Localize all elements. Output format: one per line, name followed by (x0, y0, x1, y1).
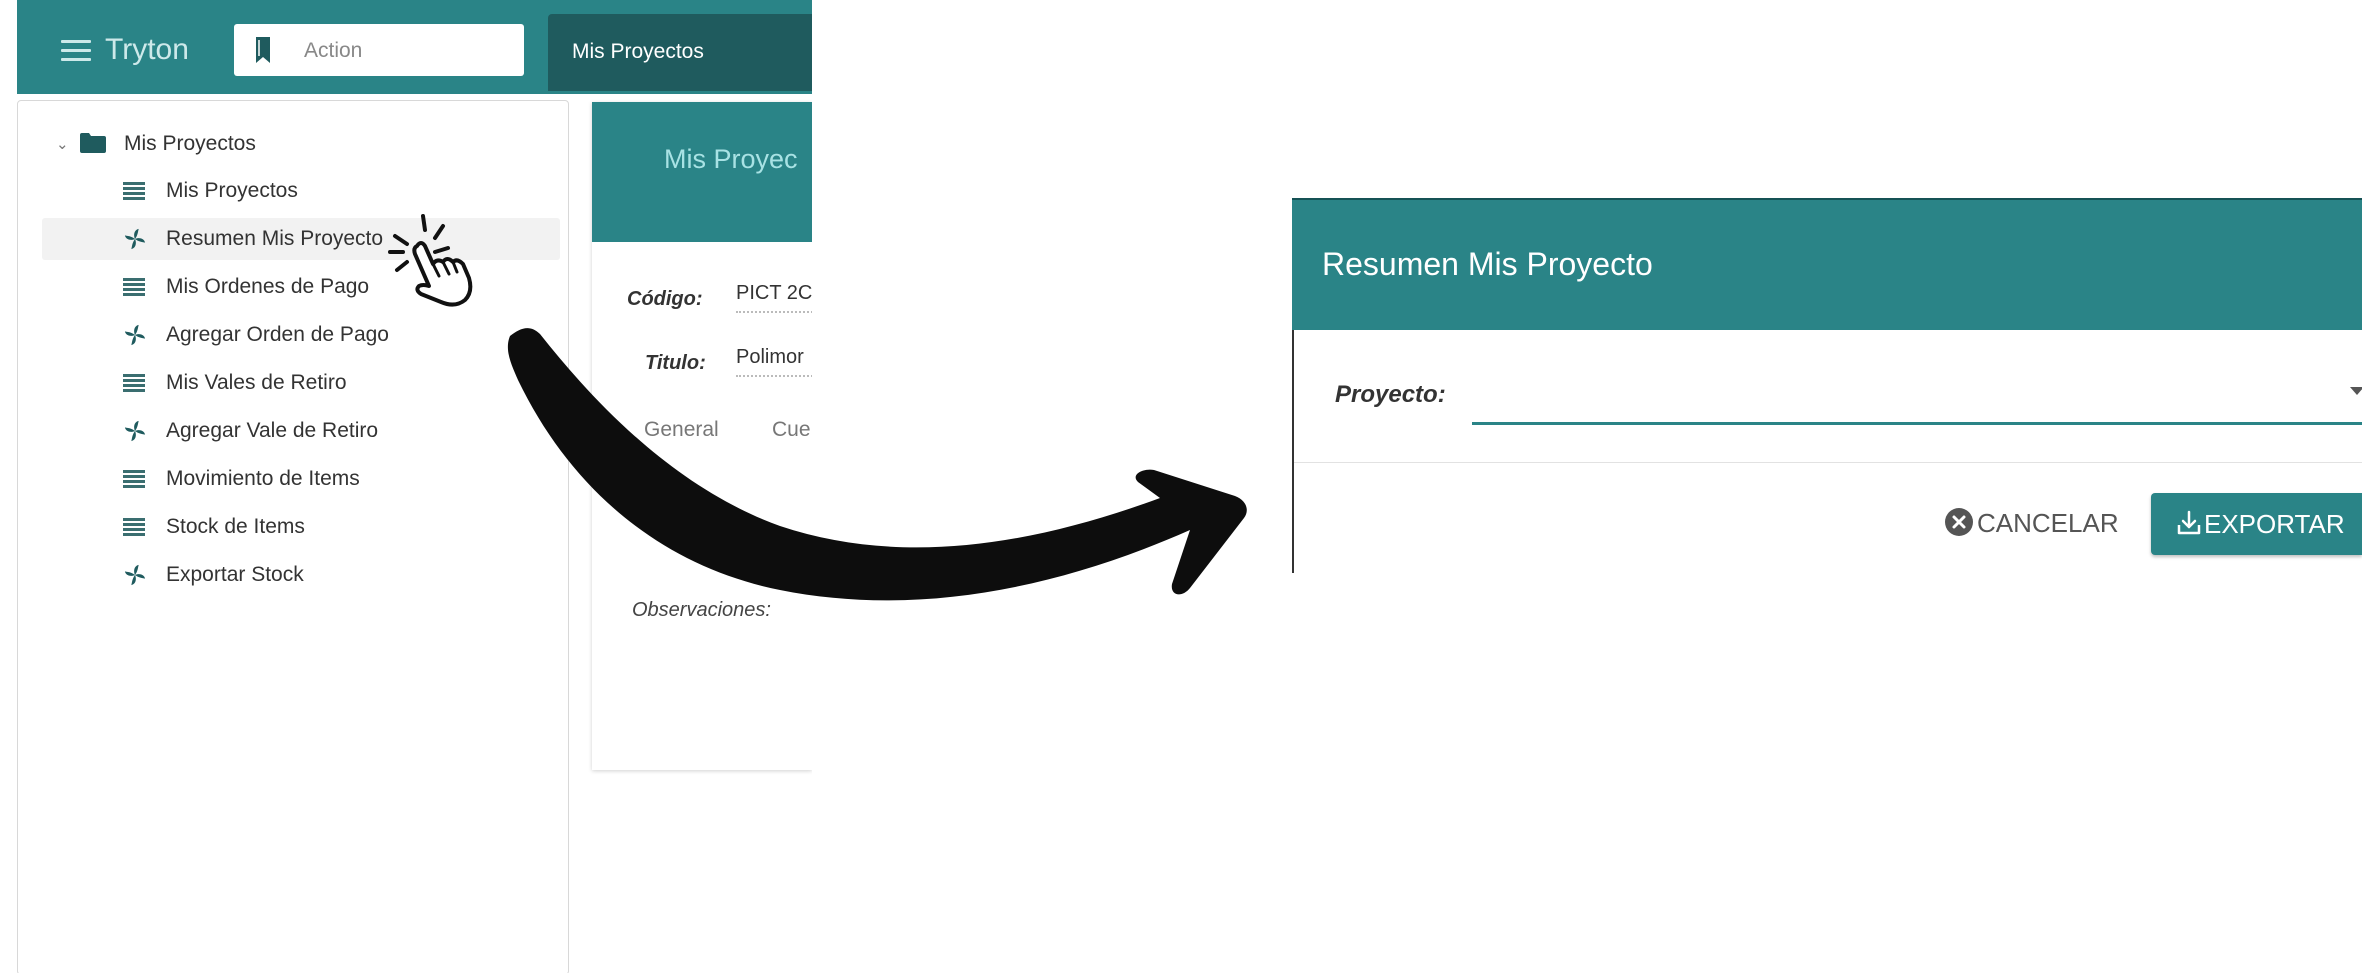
dialog-title: Resumen Mis Proyecto (1322, 246, 1653, 282)
resumen-dialog: Resumen Mis Proyecto Proyecto: CANCELAR … (1292, 198, 2362, 573)
dialog-header: Resumen Mis Proyecto (1292, 200, 2362, 330)
form-header: Mis Proyec (592, 102, 812, 242)
list-icon (122, 468, 148, 490)
dialog-divider (1294, 462, 2362, 463)
tab-mis-proyectos[interactable]: Mis Proyectos (548, 14, 812, 91)
proyecto-select[interactable] (1472, 422, 2362, 425)
flow-arrow-icon (507, 328, 1247, 601)
folder-icon (80, 133, 106, 153)
wizard-icon (124, 420, 146, 442)
sidebar-item-label: Agregar Vale de Retiro (166, 419, 379, 442)
cancel-label: CANCELAR (1977, 508, 2119, 538)
bookmark-icon[interactable] (254, 37, 272, 63)
app-brand[interactable]: Tryton (105, 33, 189, 67)
export-label: EXPORTAR (2204, 509, 2345, 539)
list-icon (122, 372, 148, 394)
sidebar-item-label: Stock de Items (166, 515, 305, 538)
list-icon (122, 276, 148, 298)
form-header-title: Mis Proyec (664, 144, 798, 174)
sidebar-item-agregar-orden-de-pago[interactable]: Agregar Orden de Pago (42, 314, 560, 356)
caret-down-icon[interactable] (2350, 387, 2362, 395)
close-circle-icon (1945, 508, 1973, 536)
list-icon (122, 180, 148, 202)
sidebar-item-label: Movimiento de Items (166, 467, 360, 490)
sidebar-item-agregar-vale-de-retiro[interactable]: Agregar Vale de Retiro (42, 410, 560, 452)
action-search-input[interactable]: Action (234, 24, 524, 76)
tab-label: Mis Proyectos (572, 40, 704, 63)
sidebar-item-label: Mis Ordenes de Pago (166, 275, 370, 298)
sidebar-item-label: Mis Proyectos (166, 179, 298, 202)
wizard-icon (124, 324, 146, 346)
sidebar-item-movimiento-de-items[interactable]: Movimiento de Items (42, 458, 560, 500)
wizard-icon (124, 564, 146, 586)
top-bar: Tryton Action Mis Proyectos (17, 0, 812, 94)
codigo-label: Código: (627, 288, 703, 310)
sidebar-item-stock-de-items[interactable]: Stock de Items (42, 506, 560, 548)
download-icon (2177, 510, 2201, 535)
menu-icon[interactable] (61, 40, 91, 62)
sidebar-item-exportar-stock[interactable]: Exportar Stock (42, 554, 560, 596)
chevron-down-icon[interactable]: ⌄ (56, 135, 69, 153)
tree-root-label: Mis Proyectos (124, 132, 256, 155)
list-icon (122, 516, 148, 538)
export-button[interactable]: EXPORTAR (2151, 493, 2362, 555)
proyecto-label: Proyecto: (1335, 381, 1446, 408)
sidebar-item-label: Resumen Mis Proyecto (166, 227, 384, 250)
menu-sidebar: ⌄ Mis Proyectos Mis Proyectos Resumen Mi… (17, 100, 569, 973)
codigo-field[interactable]: PICT 2C (736, 282, 812, 313)
sidebar-item-label: Exportar Stock (166, 563, 304, 586)
sidebar-item-mis-vales-de-retiro[interactable]: Mis Vales de Retiro (42, 362, 560, 404)
click-hand-icon (388, 214, 473, 307)
sidebar-item-label: Mis Vales de Retiro (166, 371, 347, 394)
wizard-icon (124, 228, 146, 250)
action-placeholder: Action (304, 39, 363, 62)
sidebar-item-label: Agregar Orden de Pago (166, 323, 389, 346)
sidebar-item-mis-proyectos[interactable]: Mis Proyectos (42, 170, 560, 212)
